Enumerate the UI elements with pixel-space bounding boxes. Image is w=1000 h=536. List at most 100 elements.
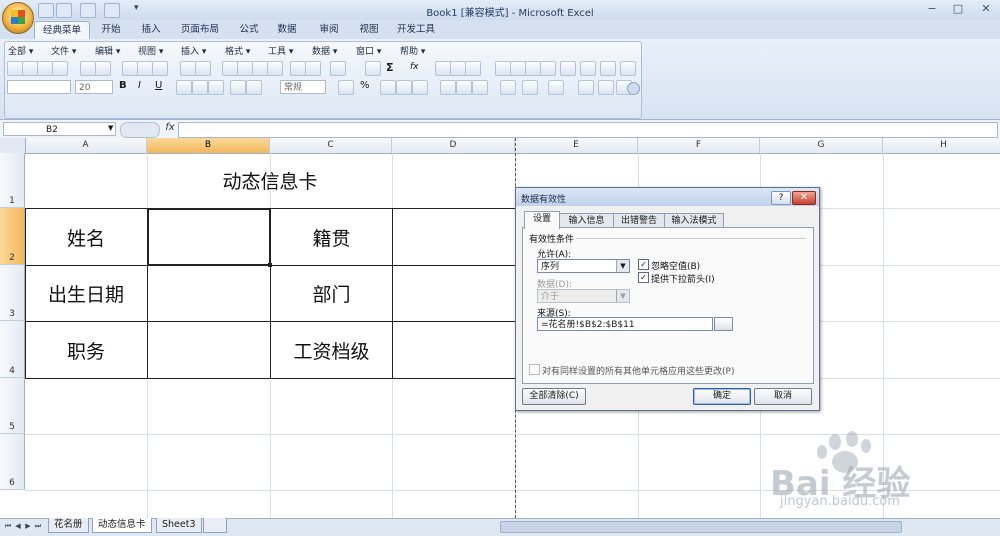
- toolbar-button-icon[interactable]: [465, 61, 481, 76]
- toolbar-button-icon[interactable]: [450, 61, 466, 76]
- active-cell-b2[interactable]: [147, 208, 271, 266]
- apply-all-checkbox[interactable]: [529, 364, 540, 375]
- toolbar-button-icon[interactable]: [435, 61, 451, 76]
- row-header-1[interactable]: 1: [0, 153, 25, 208]
- toolbar-button-icon[interactable]: [338, 80, 354, 95]
- cell-c2[interactable]: 籍贯: [271, 209, 392, 265]
- sheet-tab-sheet3[interactable]: Sheet3: [156, 518, 202, 533]
- office-button[interactable]: [2, 2, 34, 34]
- dropdown-arrow-checkbox[interactable]: ✓: [638, 272, 649, 283]
- toolbar-button-icon[interactable]: [600, 61, 616, 76]
- source-input[interactable]: =花名册!$B$2:$B$11: [537, 317, 713, 331]
- ribbon-tab-6[interactable]: 审阅: [310, 21, 348, 38]
- toolbar-button-icon[interactable]: [22, 61, 38, 76]
- formula-input[interactable]: [178, 122, 998, 138]
- select-all-corner[interactable]: [0, 138, 26, 153]
- toolbar-button-icon[interactable]: [540, 61, 556, 76]
- cell-c4[interactable]: 工资档级: [271, 322, 392, 378]
- toolbar-button-icon[interactable]: [52, 61, 68, 76]
- chevron-down-icon[interactable]: ▼: [108, 124, 113, 132]
- classic-menu-item-8[interactable]: 窗口 ▾: [356, 44, 381, 57]
- ribbon-tab-3[interactable]: 页面布局: [172, 21, 228, 38]
- ribbon-tab-0[interactable]: 经典菜单: [34, 21, 90, 39]
- fill-handle[interactable]: [268, 263, 272, 267]
- column-header-h[interactable]: H: [883, 138, 1000, 153]
- number-format-combo[interactable]: 常规: [280, 80, 326, 94]
- toolbar-button-icon[interactable]: [80, 61, 96, 76]
- sheet-tab-roster[interactable]: 花名册: [48, 518, 89, 533]
- toolbar-button-icon[interactable]: [578, 80, 594, 95]
- classic-menu-item-1[interactable]: 文件 ▾: [51, 44, 76, 57]
- horizontal-scrollbar[interactable]: [500, 521, 902, 533]
- next-sheet-icon[interactable]: ▶: [24, 521, 32, 531]
- row-header-5[interactable]: 5: [0, 378, 25, 434]
- toolbar-button-icon[interactable]: [548, 80, 564, 95]
- toolbar-button-icon[interactable]: [252, 61, 268, 76]
- sheet-tab-info-card[interactable]: 动态信息卡: [92, 518, 152, 533]
- column-header-b[interactable]: B: [147, 138, 270, 153]
- toolbar-button-icon[interactable]: [122, 61, 138, 76]
- font-size-combo[interactable]: 20: [75, 80, 113, 94]
- ok-button[interactable]: 确定: [693, 388, 751, 405]
- classic-menu-item-7[interactable]: 数据 ▾: [312, 44, 337, 57]
- toolbar-button-icon[interactable]: [440, 80, 456, 95]
- column-header-f[interactable]: F: [638, 138, 760, 153]
- redo-icon[interactable]: [80, 3, 96, 18]
- classic-menu-item-3[interactable]: 视图 ▾: [138, 44, 163, 57]
- row-header-4[interactable]: 4: [0, 321, 25, 378]
- row-header-6[interactable]: 6: [0, 434, 25, 490]
- toolbar-button-icon[interactable]: [522, 80, 538, 95]
- close-button[interactable]: ✕: [978, 2, 994, 16]
- column-header-d[interactable]: D: [392, 138, 515, 153]
- toolbar-button-icon[interactable]: [495, 61, 511, 76]
- save-icon[interactable]: [38, 3, 54, 18]
- toolbar-button-icon[interactable]: [137, 61, 153, 76]
- maximize-button[interactable]: □: [950, 2, 966, 16]
- italic-button[interactable]: I: [138, 80, 141, 91]
- tab-error-alert[interactable]: 出错警告: [613, 213, 665, 228]
- allow-select[interactable]: 序列 ▼: [537, 259, 630, 273]
- data-select[interactable]: 介于 ▼: [537, 289, 630, 303]
- undo-icon[interactable]: [56, 3, 72, 18]
- ribbon-options-icon[interactable]: [627, 82, 640, 95]
- ignore-blank-checkbox[interactable]: ✓: [638, 259, 649, 270]
- toolbar-button-icon[interactable]: [208, 80, 224, 95]
- toolbar-button-icon[interactable]: [412, 80, 428, 95]
- toolbar-button-icon[interactable]: [195, 61, 211, 76]
- underline-button[interactable]: U: [155, 80, 162, 91]
- customize-qat-icon[interactable]: [104, 3, 120, 18]
- classic-menu-item-6[interactable]: 工具 ▾: [268, 44, 293, 57]
- classic-menu-item-4[interactable]: 插入 ▾: [181, 44, 206, 57]
- toolbar-button-icon[interactable]: [7, 61, 23, 76]
- row-header-2[interactable]: 2: [0, 208, 25, 265]
- ribbon-tab-4[interactable]: 公式: [232, 21, 266, 38]
- toolbar-button-icon[interactable]: [37, 61, 53, 76]
- toolbar-button-icon[interactable]: [230, 80, 246, 95]
- classic-menu-item-2[interactable]: 编辑 ▾: [95, 44, 120, 57]
- toolbar-button-icon[interactable]: [500, 80, 516, 95]
- toolbar-button-icon[interactable]: [510, 61, 526, 76]
- help-button[interactable]: ?: [771, 191, 791, 205]
- ribbon-tab-8[interactable]: 开发工具: [390, 21, 442, 38]
- toolbar-button-icon[interactable]: [237, 61, 253, 76]
- cell-a3[interactable]: 出生日期: [25, 266, 147, 321]
- classic-menu-item-0[interactable]: 全部 ▾: [8, 44, 33, 57]
- ribbon-tab-1[interactable]: 开始: [92, 21, 130, 38]
- ribbon-tab-5[interactable]: 数据: [270, 21, 304, 38]
- range-select-icon[interactable]: [714, 317, 733, 331]
- toolbar-button-icon[interactable]: [396, 80, 412, 95]
- last-sheet-icon[interactable]: ⏭: [34, 521, 42, 531]
- column-header-c[interactable]: C: [270, 138, 392, 153]
- ribbon-tab-2[interactable]: 插入: [134, 21, 168, 38]
- row-header-3[interactable]: 3: [0, 265, 25, 321]
- toolbar-button-icon[interactable]: [267, 61, 283, 76]
- percent-button[interactable]: %: [360, 80, 370, 91]
- formula-bar-expander[interactable]: [120, 122, 160, 138]
- insert-function-icon[interactable]: fx: [163, 122, 177, 136]
- toolbar-button-icon[interactable]: [598, 80, 614, 95]
- ribbon-tab-7[interactable]: 视图: [352, 21, 386, 38]
- qat-more-icon[interactable]: ▾: [134, 3, 139, 13]
- first-sheet-icon[interactable]: ⏮: [4, 521, 12, 531]
- font-name-combo[interactable]: [7, 80, 71, 94]
- toolbar-button-icon[interactable]: [620, 61, 636, 76]
